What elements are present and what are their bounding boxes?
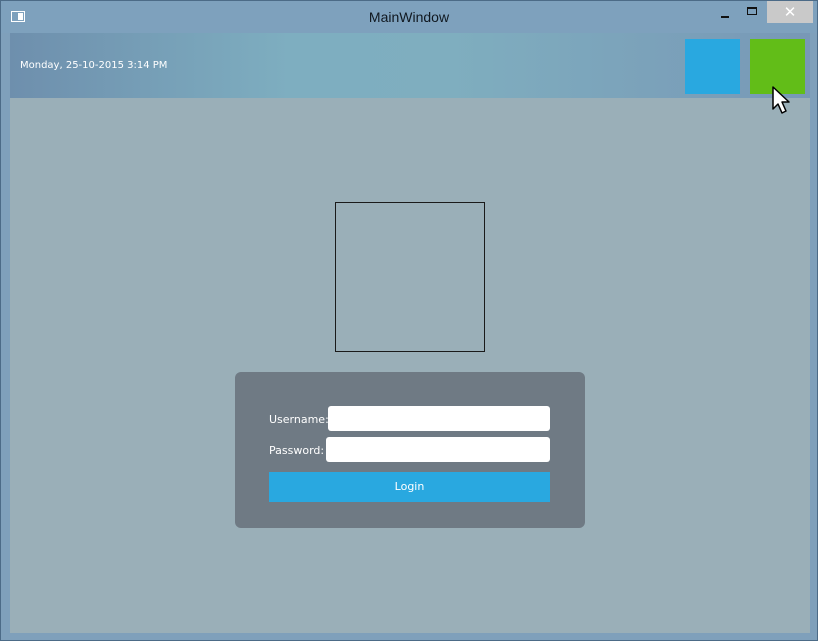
login-panel: Username: Password: Login [235, 372, 585, 528]
login-button[interactable]: Login [269, 472, 550, 502]
password-input[interactable] [326, 437, 550, 462]
password-label: Password: [269, 444, 325, 457]
content-area: Username: Password: Login [10, 98, 810, 633]
close-icon: ✕ [783, 3, 797, 21]
title-bar[interactable]: MainWindow ✕ [1, 1, 817, 33]
main-window: MainWindow ✕ Monday, 25-10-2015 3:14 PM … [0, 0, 818, 641]
username-input[interactable] [328, 406, 550, 431]
blue-tile[interactable] [685, 39, 740, 94]
mouse-pointer-icon [772, 86, 790, 114]
maximize-button[interactable] [739, 1, 765, 23]
username-label: Username: [269, 413, 329, 426]
window-title: MainWindow [368, 9, 450, 25]
close-button[interactable]: ✕ [767, 1, 813, 23]
minimize-button[interactable] [712, 1, 738, 23]
header-band: Monday, 25-10-2015 3:14 PM [10, 33, 810, 98]
image-placeholder [335, 202, 485, 352]
datetime-label: Monday, 25-10-2015 3:14 PM [20, 60, 168, 71]
